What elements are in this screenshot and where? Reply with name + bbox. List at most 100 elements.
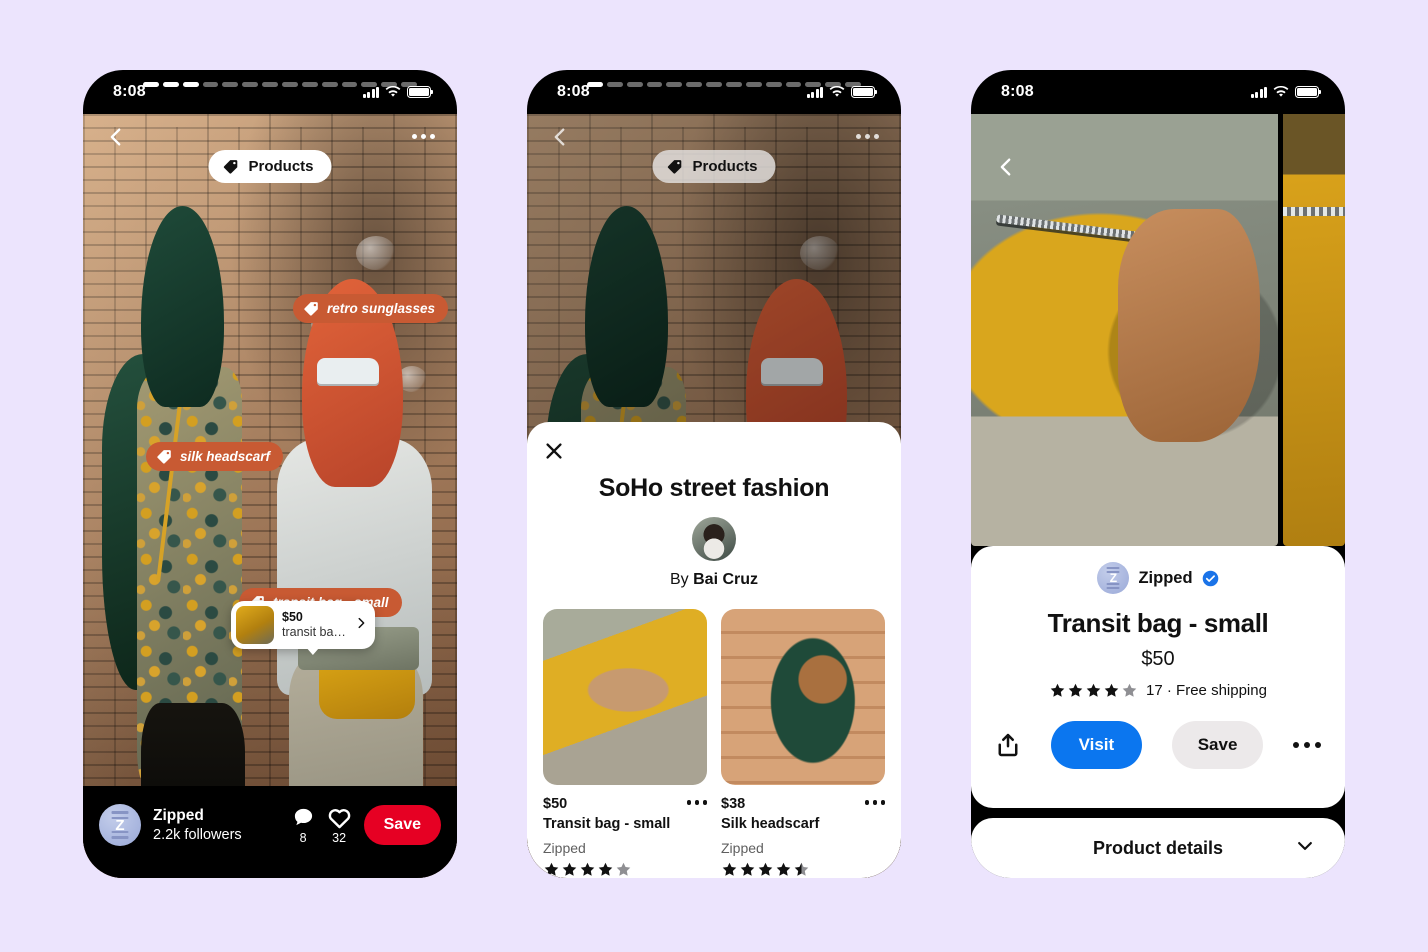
product-title: Transit bag - small — [1047, 608, 1269, 638]
like-stat[interactable]: 32 — [327, 806, 352, 845]
phone-3-product-detail: 8:08 Z Zipped Transit bag - small $50 17… — [971, 70, 1345, 878]
heart-icon — [328, 808, 350, 828]
zipped-brand-avatar[interactable]: Z — [99, 804, 141, 846]
status-icons — [1250, 86, 1322, 98]
wifi-icon — [1273, 86, 1289, 97]
products-pill-button[interactable]: Products — [652, 150, 776, 183]
creator-bar: Z Zipped 2.2k followers 8 32 Save — [83, 786, 457, 878]
creator-name: Zipped — [153, 806, 204, 824]
wifi-icon — [385, 86, 401, 97]
sheet-author-name[interactable]: Bai Cruz — [693, 571, 758, 588]
product-details-accordion[interactable]: Product details — [971, 818, 1345, 878]
status-icons — [806, 86, 878, 98]
product-preview-price: $50 — [282, 610, 303, 624]
save-button[interactable]: Save — [363, 805, 441, 845]
status-time: 8:08 — [557, 83, 590, 100]
silk-headscarf-photo[interactable] — [721, 609, 885, 785]
transit-bag-photo[interactable] — [543, 609, 707, 785]
battery-icon — [851, 86, 878, 98]
save-button[interactable]: Save — [1171, 721, 1264, 769]
products-pill-label: Products — [248, 158, 314, 175]
close-icon[interactable] — [543, 440, 565, 462]
phone-2-products-sheet: 8:08 Products SoHo street fashion By Bai… — [527, 70, 901, 878]
transit-bag-photo-detail[interactable] — [1283, 114, 1345, 546]
like-count: 32 — [332, 830, 347, 845]
lens-flare — [356, 236, 397, 271]
status-icons — [362, 86, 434, 98]
back-button[interactable] — [995, 156, 1017, 183]
verified-badge-icon — [1202, 570, 1218, 586]
more-options-button[interactable] — [412, 134, 435, 139]
hotspot-tag-label: retro sunglasses — [327, 301, 436, 316]
product-card-row: $50 Transit bag - small — [543, 795, 707, 834]
product-card-silk-headscarf[interactable]: $38 Silk headscarf Zipped — [721, 609, 885, 878]
product-rating-stars — [1049, 682, 1138, 699]
back-button[interactable] — [549, 126, 571, 148]
hand-detail — [1118, 209, 1260, 443]
product-card-transit-bag[interactable]: $50 Transit bag - small Zipped — [543, 609, 707, 878]
product-brand: Zipped — [543, 840, 586, 857]
rating-meta: 17 · Free shipping — [1146, 682, 1267, 699]
creator-info[interactable]: Zipped 2.2k followers — [153, 806, 280, 844]
product-thumbnail — [236, 606, 274, 644]
price-tag-icon — [223, 160, 238, 174]
zipped-brand-avatar[interactable]: Z — [1097, 562, 1130, 594]
hotspot-tag-retro-sunglasses[interactable]: retro sunglasses — [293, 294, 449, 323]
story-progress-bar[interactable] — [143, 82, 418, 87]
price-tag-icon — [157, 450, 171, 464]
product-action-row: Visit Save — [985, 721, 1331, 769]
status-bar: 8:08 — [971, 70, 1345, 114]
status-time: 8:08 — [1001, 83, 1034, 100]
product-price: $50 — [543, 796, 568, 812]
price-tag-icon — [304, 302, 318, 316]
cellular-signal-icon — [362, 86, 379, 98]
hotspot-tag-label: silk headscarf — [180, 449, 271, 464]
cellular-signal-icon — [1250, 86, 1267, 98]
product-name: Transit bag - small — [543, 815, 671, 832]
comment-icon — [294, 808, 312, 825]
creator-avatar[interactable] — [692, 517, 736, 561]
status-bar: 8:08 — [83, 70, 457, 114]
sheet-title: SoHo street fashion — [598, 474, 830, 502]
more-options-button[interactable] — [686, 795, 707, 805]
product-preview-meta: $50 transit bag... — [282, 610, 346, 640]
half-star-icon — [794, 862, 809, 876]
chevron-down-icon — [1295, 836, 1315, 861]
story-photo — [83, 114, 457, 878]
product-brand: Zipped — [721, 840, 764, 857]
more-options-button[interactable] — [1292, 742, 1321, 748]
product-grid: $50 Transit bag - small Zipped $38 Silk … — [543, 609, 885, 878]
brand-line[interactable]: Z Zipped — [985, 562, 1331, 594]
products-pill-label: Products — [692, 158, 758, 175]
cellular-signal-icon — [806, 86, 823, 98]
sheet-by-prefix: By — [669, 571, 689, 588]
products-bottom-sheet: SoHo street fashion By Bai Cruz $50 Tran… — [527, 422, 901, 878]
product-card-text: $50 Transit bag - small — [543, 795, 670, 834]
products-pill-button[interactable]: Products — [208, 150, 332, 183]
product-details-label: Product details — [1092, 837, 1224, 858]
product-info-panel: Z Zipped Transit bag - small $50 17 · Fr… — [971, 546, 1345, 808]
comment-stat[interactable]: 8 — [292, 806, 315, 845]
transit-bag-photo-large[interactable] — [971, 114, 1278, 546]
more-options-button[interactable] — [864, 795, 885, 805]
visit-button[interactable]: Visit — [1050, 721, 1143, 769]
price-tag-icon — [667, 160, 682, 174]
product-rating-row: 17 · Free shipping — [985, 682, 1331, 699]
product-preview-card[interactable]: $50 transit bag... — [231, 601, 375, 649]
product-price: $38 — [721, 796, 746, 812]
product-rating-stars — [721, 861, 885, 878]
battery-icon — [1295, 86, 1322, 98]
creator-followers: 2.2k followers — [153, 826, 242, 843]
story-progress-bar[interactable] — [587, 82, 862, 87]
screenshot-stage: 8:08 Products retro sunglasses silk head… — [0, 0, 1428, 952]
back-button[interactable] — [105, 126, 127, 148]
product-image-carousel[interactable] — [971, 114, 1345, 546]
brand-name: Zipped — [1138, 568, 1193, 587]
status-bar: 8:08 — [527, 70, 901, 114]
more-options-button[interactable] — [856, 134, 879, 139]
product-preview-name: transit bag... — [282, 625, 346, 639]
hotspot-tag-silk-headscarf[interactable]: silk headscarf — [146, 442, 284, 471]
comment-count: 8 — [299, 830, 307, 845]
share-icon[interactable] — [995, 732, 1021, 758]
battery-icon — [407, 86, 434, 98]
